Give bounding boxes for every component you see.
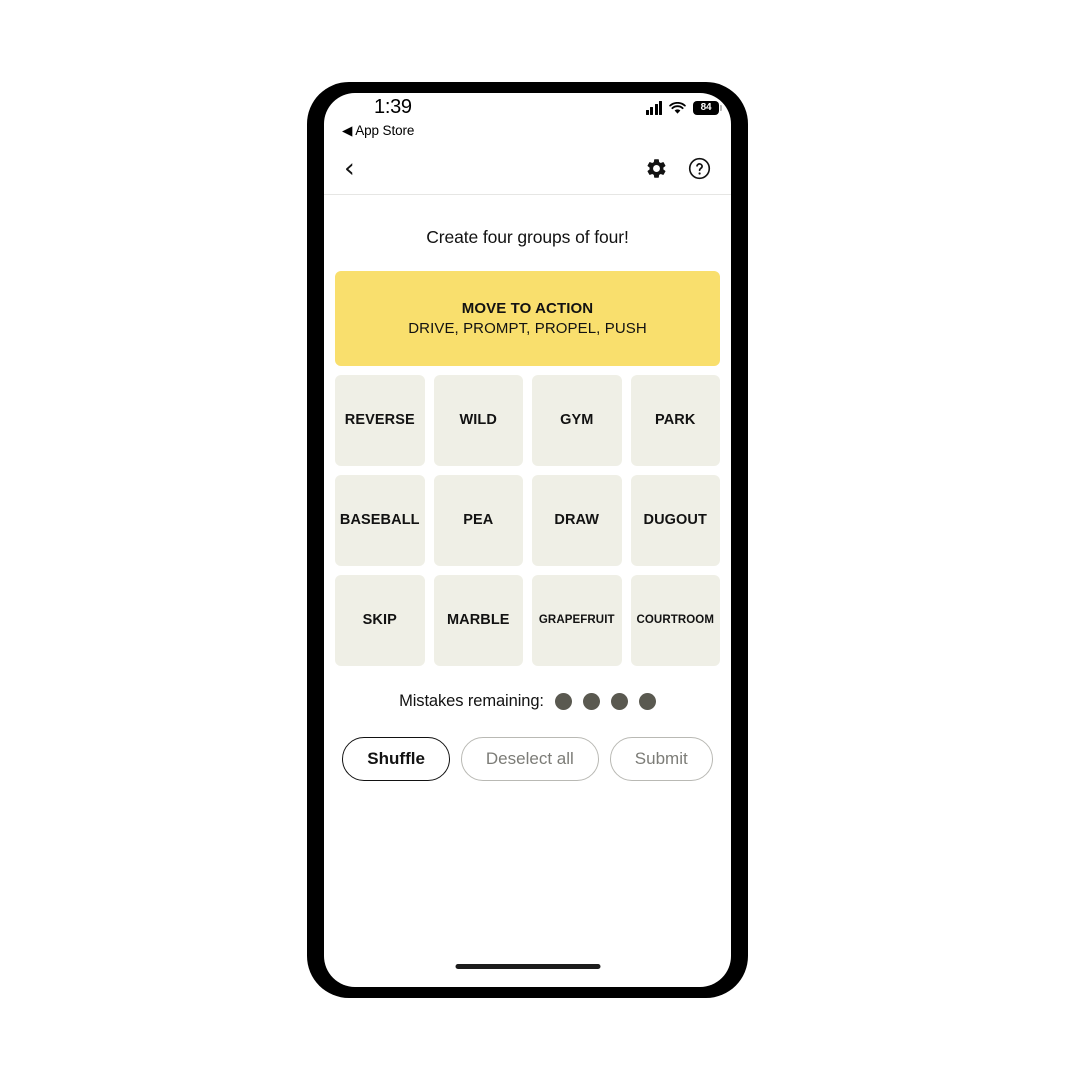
status-bar: 1:39 ◀ App Store 84: [324, 93, 731, 143]
cellular-signal-icon: [645, 101, 662, 115]
game-body: Create four groups of four! MOVE TO ACTI…: [324, 195, 731, 781]
status-back-to-app-store[interactable]: ◀ App Store: [342, 123, 414, 139]
word-tile-label: DRAW: [554, 511, 600, 528]
word-tile[interactable]: DRAW: [532, 475, 622, 566]
status-indicators: 84: [645, 101, 722, 115]
battery-icon: 84: [693, 101, 722, 115]
word-tile[interactable]: WILD: [433, 375, 523, 466]
game-prompt: Create four groups of four!: [426, 227, 629, 247]
nav-bar: ‹: [324, 143, 731, 195]
word-tile[interactable]: MARBLE: [433, 575, 523, 666]
mistake-dot: [610, 693, 628, 710]
mistakes-label: Mistakes remaining:: [399, 692, 544, 710]
mistake-dot: [554, 693, 572, 710]
gear-icon[interactable]: [645, 157, 668, 180]
word-tile-label: PEA: [463, 511, 494, 528]
wifi-icon: [669, 101, 686, 114]
mistake-dots: [554, 693, 656, 710]
deselect-all-button[interactable]: Deselect all: [460, 737, 599, 781]
word-tile[interactable]: GYM: [532, 375, 622, 466]
word-tile[interactable]: REVERSE: [335, 375, 425, 466]
tile-grid: REVERSE WILD GYM PARK BASEBALL PEA DRAW DUGOUT S…: [335, 375, 720, 666]
submit-button[interactable]: Submit: [609, 737, 713, 781]
shuffle-button[interactable]: Shuffle: [342, 737, 450, 781]
word-tile[interactable]: GRAPEFRUIT: [532, 575, 622, 666]
solved-group: MOVE TO ACTION DRIVE, PROMPT, PROPEL, PUS…: [335, 271, 720, 366]
word-tile[interactable]: PEA: [433, 475, 523, 566]
word-tile-label: REVERSE: [344, 411, 415, 428]
mistake-dot: [638, 693, 656, 710]
word-tile[interactable]: COURTROOM: [630, 575, 720, 666]
word-tile[interactable]: PARK: [630, 375, 720, 466]
word-tile[interactable]: BASEBALL: [335, 475, 425, 566]
word-tile-label: WILD: [459, 411, 497, 428]
help-circle-icon[interactable]: [688, 157, 711, 180]
action-buttons: Shuffle Deselect all Submit: [333, 737, 722, 781]
word-tile-label: GYM: [560, 411, 594, 428]
word-tile-label: SKIP: [362, 611, 397, 628]
home-indicator: [455, 964, 600, 969]
word-tile[interactable]: DUGOUT: [630, 475, 720, 566]
nav-actions: [645, 157, 711, 180]
word-tile-label: COURTROOM: [636, 614, 715, 627]
solved-group-members: DRIVE, PROMPT, PROPEL, PUSH: [408, 320, 647, 337]
word-tile-label: PARK: [655, 411, 696, 428]
phone-screen: 1:39 ◀ App Store 84 ‹ Create four groups…: [324, 93, 731, 987]
word-tile-label: BASEBALL: [339, 511, 420, 528]
word-tile-label: DUGOUT: [643, 511, 707, 528]
solved-groups-container: MOVE TO ACTION DRIVE, PROMPT, PROPEL, PUS…: [333, 271, 722, 366]
mistake-dot: [582, 693, 600, 710]
battery-level: 84: [700, 102, 712, 113]
status-time: 1:39: [374, 96, 412, 118]
word-tile-label: MARBLE: [446, 611, 510, 628]
mistakes-remaining: Mistakes remaining:: [333, 692, 722, 711]
back-chevron-icon[interactable]: ‹: [344, 155, 370, 182]
phone-frame: 1:39 ◀ App Store 84 ‹ Create four groups…: [307, 82, 748, 998]
word-tile-label: GRAPEFRUIT: [538, 614, 615, 627]
word-tile[interactable]: SKIP: [335, 575, 425, 666]
solved-group-title: MOVE TO ACTION: [461, 300, 594, 317]
